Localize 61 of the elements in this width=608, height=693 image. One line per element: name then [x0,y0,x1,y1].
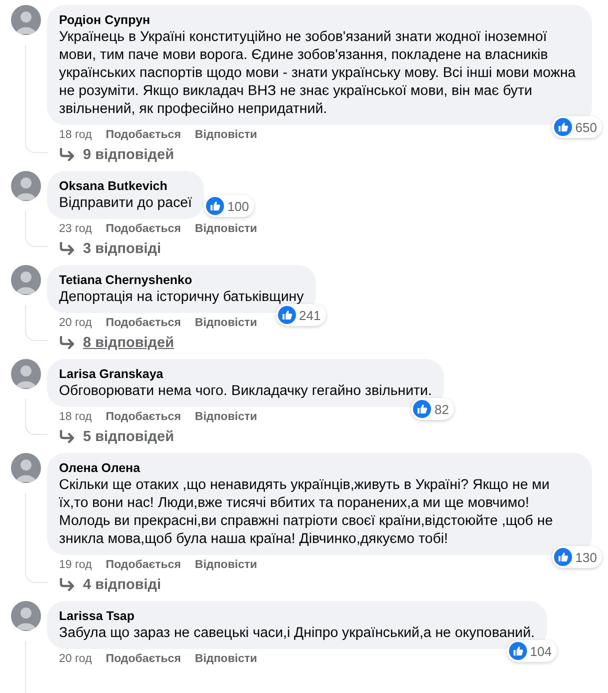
author-name[interactable]: Oksana Butkevich [59,178,192,194]
reply-link[interactable]: Відповісти [194,410,258,424]
like-link[interactable]: Подобається [106,558,181,572]
reaction-count-badge[interactable]: 100 [204,195,254,217]
like-link[interactable]: Подобається [106,316,181,330]
reaction-count-badge[interactable]: 650 [552,116,602,138]
reply-arrow-icon [59,336,75,350]
view-replies-link[interactable]: 3 відповіді [83,240,162,258]
timestamp[interactable]: 20 год [59,316,92,330]
author-name[interactable]: Родіон Супрун [59,12,580,28]
reply-link[interactable]: Відповісти [194,558,258,572]
thumbs-up-icon [278,306,296,324]
author-name[interactable]: Олена Олена [59,460,580,476]
reply-arrow-icon [59,430,75,444]
comment-text: Забула що зараз не савецькі часи,і Дніпро український,а не окупований. [59,624,535,642]
thread-line [25,399,48,435]
reply-arrow-icon [59,578,75,592]
reply-arrow-icon [59,148,75,162]
thumbs-up-icon [554,548,572,566]
view-replies-link[interactable]: 8 відповідей [83,334,174,352]
author-name[interactable]: Tetiana Chernyshenko [59,272,304,288]
thumbs-up-icon [509,642,528,660]
like-link[interactable]: Подобається [106,222,181,236]
thread-line [25,211,48,247]
comment-text: Українець в Україні конституційно не зобов'язаний знати жодної іноземної мови, тим паче мови ворога. Єдине зобов'язання, покладене на власників українських паспортів щодо мови - знати українську мову. Всі інші мови можна не розуміти. Якщо викладач ВНЗ не знає української мови, він має бути звільнений, як професійно непридатний. [59,28,577,118]
reply-arrow-icon [59,242,75,256]
avatar[interactable] [11,601,41,631]
comment-text: Скільки ще отаких ,що ненавидять українців,живуть в Україні? Якщо не ми їх,то вони нас! Люди,вже тисячі вбитих та поранених,а ми ще мовчимо! Молодь ви прекрасні,ви справжні патріоти своєї країни,відстоюйте ,щоб не зникла мова,щоб була наша країна! Дівчинко,дякуємо тобі! [59,476,554,548]
reply-link[interactable]: Відповісти [194,316,258,330]
author-name[interactable]: Larisa Granskaya [59,366,432,382]
timestamp[interactable]: 19 год [59,558,92,572]
like-link[interactable]: Подобається [106,410,181,424]
timestamp[interactable]: 20 год [59,652,92,666]
timestamp[interactable]: 18 год [59,128,92,142]
reaction-count-badge[interactable]: 241 [276,304,326,326]
reply-link[interactable]: Відповісти [194,652,258,666]
timestamp[interactable]: 18 год [59,410,92,424]
comment-text: Відправити до расеї [59,194,192,212]
avatar[interactable] [11,453,41,483]
comment-text: Обговорювати нема чого. Викладачку гегайно звільнити. [59,382,432,400]
view-replies-link[interactable]: 4 відповіді [83,576,162,594]
thread-line [25,305,48,341]
thumbs-up-icon [413,400,432,418]
thumbs-up-icon [554,118,572,136]
author-name[interactable]: Larissa Tsap [59,608,535,624]
thumbs-up-icon [206,197,224,215]
view-replies-link[interactable]: 5 відповідей [83,428,174,446]
reaction-count-badge[interactable]: 82 [411,398,454,420]
avatar[interactable] [11,5,41,35]
reaction-count-badge[interactable]: 130 [552,546,602,568]
avatar[interactable] [11,359,41,389]
reply-link[interactable]: Відповісти [194,128,258,142]
avatar[interactable] [11,171,41,201]
like-link[interactable]: Подобається [106,652,181,666]
like-link[interactable]: Подобається [106,128,181,142]
comment-text: Депортація на історичну батьківщину [59,288,304,306]
view-replies-link[interactable]: 9 відповідей [83,146,174,164]
avatar[interactable] [11,265,41,295]
reply-link[interactable]: Відповісти [194,222,258,236]
timestamp[interactable]: 23 год [59,222,92,236]
reaction-count-badge[interactable]: 104 [507,640,557,662]
